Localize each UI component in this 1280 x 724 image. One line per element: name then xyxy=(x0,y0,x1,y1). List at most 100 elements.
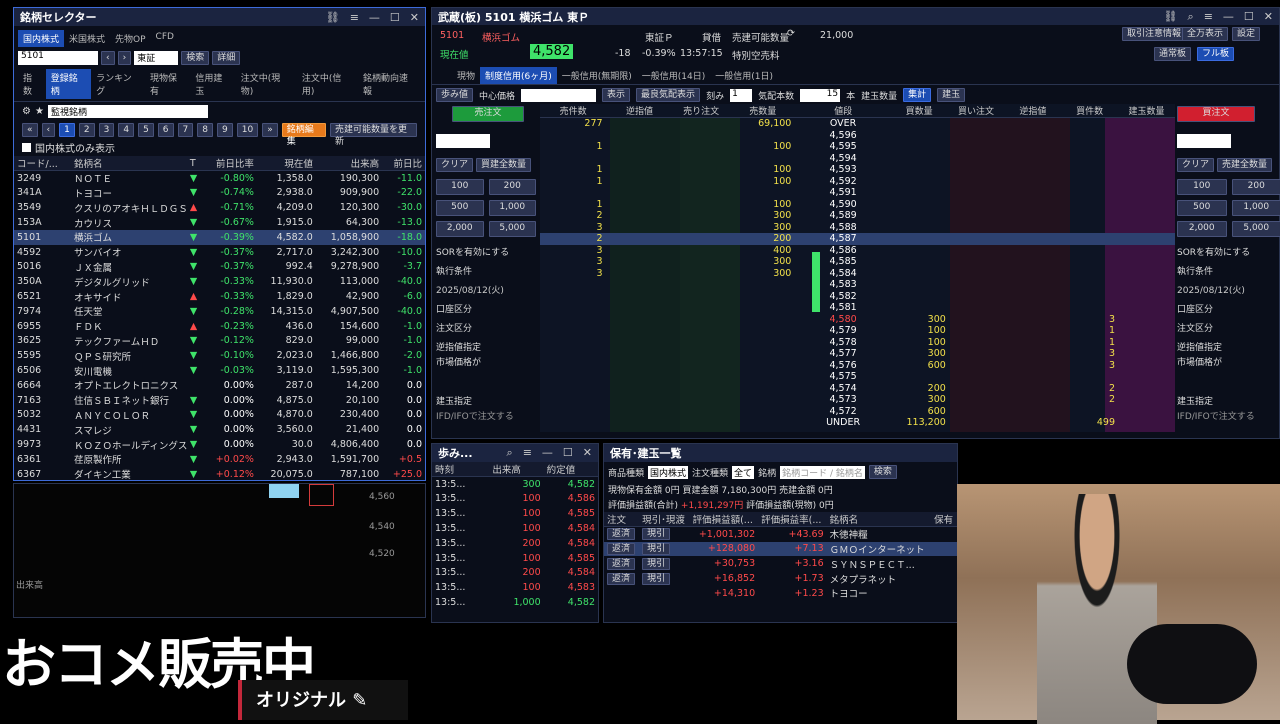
delivery-button[interactable]: 現引 xyxy=(642,543,670,555)
tab-cfd[interactable]: CFD xyxy=(151,30,179,47)
menu-icon[interactable]: ≡ xyxy=(350,11,359,24)
sell-price-input[interactable] xyxy=(436,134,490,148)
full-view-button[interactable]: 全万表示 xyxy=(1182,27,1228,41)
subtab-margin[interactable]: 信用建玉 xyxy=(190,69,235,99)
subtab-news[interactable]: 銘柄動向速報 xyxy=(358,69,421,99)
table-row[interactable]: 7163住信ＳＢＩネット銀行▼0.00%4,875.020,1000.0 xyxy=(14,393,425,408)
subtab-index[interactable]: 指数 xyxy=(18,69,46,99)
quote-select[interactable]: 15 xyxy=(800,89,840,102)
repay-button[interactable]: 返済 xyxy=(607,528,635,540)
close-icon[interactable]: ✕ xyxy=(1264,10,1273,24)
stock-input[interactable]: 銘柄コード / 銘柄名 xyxy=(780,466,865,479)
book-row[interactable]: 23004,589 xyxy=(540,210,1175,222)
table-row[interactable]: 5016ＪＸ金属▼-0.37%992.49,278,900-3.7 xyxy=(14,260,425,275)
qty-button[interactable]: 100 xyxy=(436,179,484,195)
order-type-select[interactable]: 全て xyxy=(732,466,754,479)
book-row[interactable]: 4,591 xyxy=(540,187,1175,199)
tab-margin-6m[interactable]: 制度信用(6ヶ月) xyxy=(480,67,557,84)
delivery-button[interactable]: 現引 xyxy=(642,558,670,570)
domestic-only-checkbox[interactable] xyxy=(22,143,31,152)
page-6[interactable]: 6 xyxy=(158,123,174,137)
next-icon[interactable]: › xyxy=(118,51,132,65)
table-row[interactable]: 返済現引+1,001,302+43.69木徳神糧 xyxy=(604,527,957,542)
table-row[interactable]: 4592サンバイオ▼-0.37%2,717.03,242,300-10.0 xyxy=(14,245,425,260)
sell-stop-label[interactable]: 逆指値指定 xyxy=(436,340,536,353)
repay-button[interactable]: 返済 xyxy=(607,558,635,570)
table-row[interactable]: +14,310+1.23トヨコー xyxy=(604,586,957,601)
normal-board-button[interactable]: 通常板 xyxy=(1154,47,1191,61)
settings-button[interactable]: 設定 xyxy=(1232,27,1260,41)
page-7[interactable]: 7 xyxy=(178,123,194,137)
repay-button[interactable]: 返済 xyxy=(607,543,635,555)
maximize-icon[interactable]: ☐ xyxy=(1244,10,1254,24)
show-button[interactable]: 表示 xyxy=(602,88,630,102)
page-back-icon[interactable]: ‹ xyxy=(42,123,56,137)
book-row[interactable]: 4,572600 xyxy=(540,406,1175,418)
detail-button[interactable]: 詳細 xyxy=(212,51,240,65)
col-name[interactable]: 銘柄名 xyxy=(71,156,187,171)
tab-general-indef[interactable]: 一般信用(無期限) xyxy=(557,67,637,84)
sell-ifd-label[interactable]: IFD/IFOで注文する xyxy=(436,409,536,422)
tab-general-1d[interactable]: 一般信用(1日) xyxy=(710,67,778,84)
table-row[interactable]: 7974任天堂▼-0.28%14,315.04,907,500-40.0 xyxy=(14,304,425,319)
qty-button[interactable]: 2,000 xyxy=(436,221,484,237)
qty-button[interactable]: 200 xyxy=(1232,179,1280,195)
latest-button[interactable]: 最良気配表示 xyxy=(636,88,700,102)
col-price[interactable]: 現在値 xyxy=(257,156,316,171)
tab-futures[interactable]: 先物OP xyxy=(110,30,151,47)
buy-all-button[interactable]: 売建全数量 xyxy=(1217,158,1272,172)
book-row[interactable]: 33004,588 xyxy=(540,222,1175,234)
col-code[interactable]: コード/... xyxy=(14,156,71,171)
close-icon[interactable]: ✕ xyxy=(583,446,592,460)
maximize-icon[interactable]: ☐ xyxy=(390,11,400,24)
book-row[interactable]: 4,581 xyxy=(540,302,1175,314)
subtab-orders-margin[interactable]: 注文中(信用) xyxy=(297,69,358,99)
table-row[interactable]: 4431スマレジ▼0.00%3,560.021,4000.0 xyxy=(14,422,425,437)
buy-stop-label[interactable]: 逆指値指定 xyxy=(1177,340,1280,353)
buy-date[interactable]: 2025/08/12(火) xyxy=(1177,283,1280,296)
tab-cash[interactable]: 現物 xyxy=(452,67,480,84)
page-2[interactable]: 2 xyxy=(79,123,95,137)
search-icon[interactable]: ⌕ xyxy=(507,446,513,460)
sell-clear-button[interactable]: クリア xyxy=(436,158,473,172)
type-select[interactable]: 国内株式 xyxy=(648,466,688,479)
book-row[interactable]: 4,5791001 xyxy=(540,325,1175,337)
book-row[interactable]: 11004,592 xyxy=(540,176,1175,188)
qty-button[interactable]: 5,000 xyxy=(1232,221,1280,237)
subtab-ranking[interactable]: ランキング xyxy=(91,69,145,99)
subtab-holdings[interactable]: 現物保有 xyxy=(145,69,190,99)
repay-button[interactable]: 返済 xyxy=(607,573,635,585)
book-row[interactable]: 4,582 xyxy=(540,291,1175,303)
book-row[interactable]: 33004,584 xyxy=(540,268,1175,280)
page-10[interactable]: 10 xyxy=(237,123,258,137)
table-row[interactable]: 3249ＮＯＴＥ▼-0.80%1,358.0190,300-11.0 xyxy=(14,171,425,186)
table-row[interactable]: 6361荏原製作所▼+0.02%2,943.01,591,700+0.5 xyxy=(14,452,425,467)
star-icon[interactable]: ★ xyxy=(35,106,44,117)
table-row[interactable]: 3549クスリのアオキＨＬＤＧＳ▲-0.71%4,209.0120,300-30… xyxy=(14,200,425,215)
table-row[interactable]: 6506安川電機▼-0.03%3,119.01,595,300-1.0 xyxy=(14,363,425,378)
full-board-button[interactable]: フル板 xyxy=(1197,47,1234,61)
sum-button[interactable]: 集計 xyxy=(903,88,931,102)
table-row[interactable]: 6955ＦＤＫ▲-0.23%436.0154,600-1.0 xyxy=(14,319,425,334)
book-row[interactable]: 11004,590 xyxy=(540,199,1175,211)
build-button[interactable]: 建玉 xyxy=(937,88,965,102)
page-3[interactable]: 3 xyxy=(99,123,115,137)
book-row[interactable]: 4,575 xyxy=(540,371,1175,383)
buy-ifd-label[interactable]: IFD/IFOで注文する xyxy=(1177,409,1280,422)
buy-price-input[interactable] xyxy=(1177,134,1231,148)
qty-button[interactable]: 500 xyxy=(1177,200,1227,216)
refresh-sellable-button[interactable]: 売建可能数量を更新 xyxy=(330,123,417,137)
book-row[interactable]: 22004,587 xyxy=(540,233,1175,245)
qty-button[interactable]: 100 xyxy=(1177,179,1227,195)
maximize-icon[interactable]: ☐ xyxy=(563,446,573,460)
link-icon[interactable]: ⛓ xyxy=(1164,10,1178,24)
col-volume[interactable]: 出来高 xyxy=(316,156,382,171)
buy-sor-label[interactable]: SORを有効にする xyxy=(1177,245,1280,258)
caution-button[interactable]: 取引注意情報 xyxy=(1122,27,1186,41)
refresh-icon[interactable]: ⟳ xyxy=(787,28,795,39)
page-5[interactable]: 5 xyxy=(138,123,154,137)
holdings-search-button[interactable]: 検索 xyxy=(869,465,897,479)
table-row[interactable]: 返済現引+16,852+1.73メタプラネット xyxy=(604,571,957,586)
page-prev-icon[interactable]: « xyxy=(22,123,38,137)
interval-select[interactable]: 1 xyxy=(730,89,752,102)
